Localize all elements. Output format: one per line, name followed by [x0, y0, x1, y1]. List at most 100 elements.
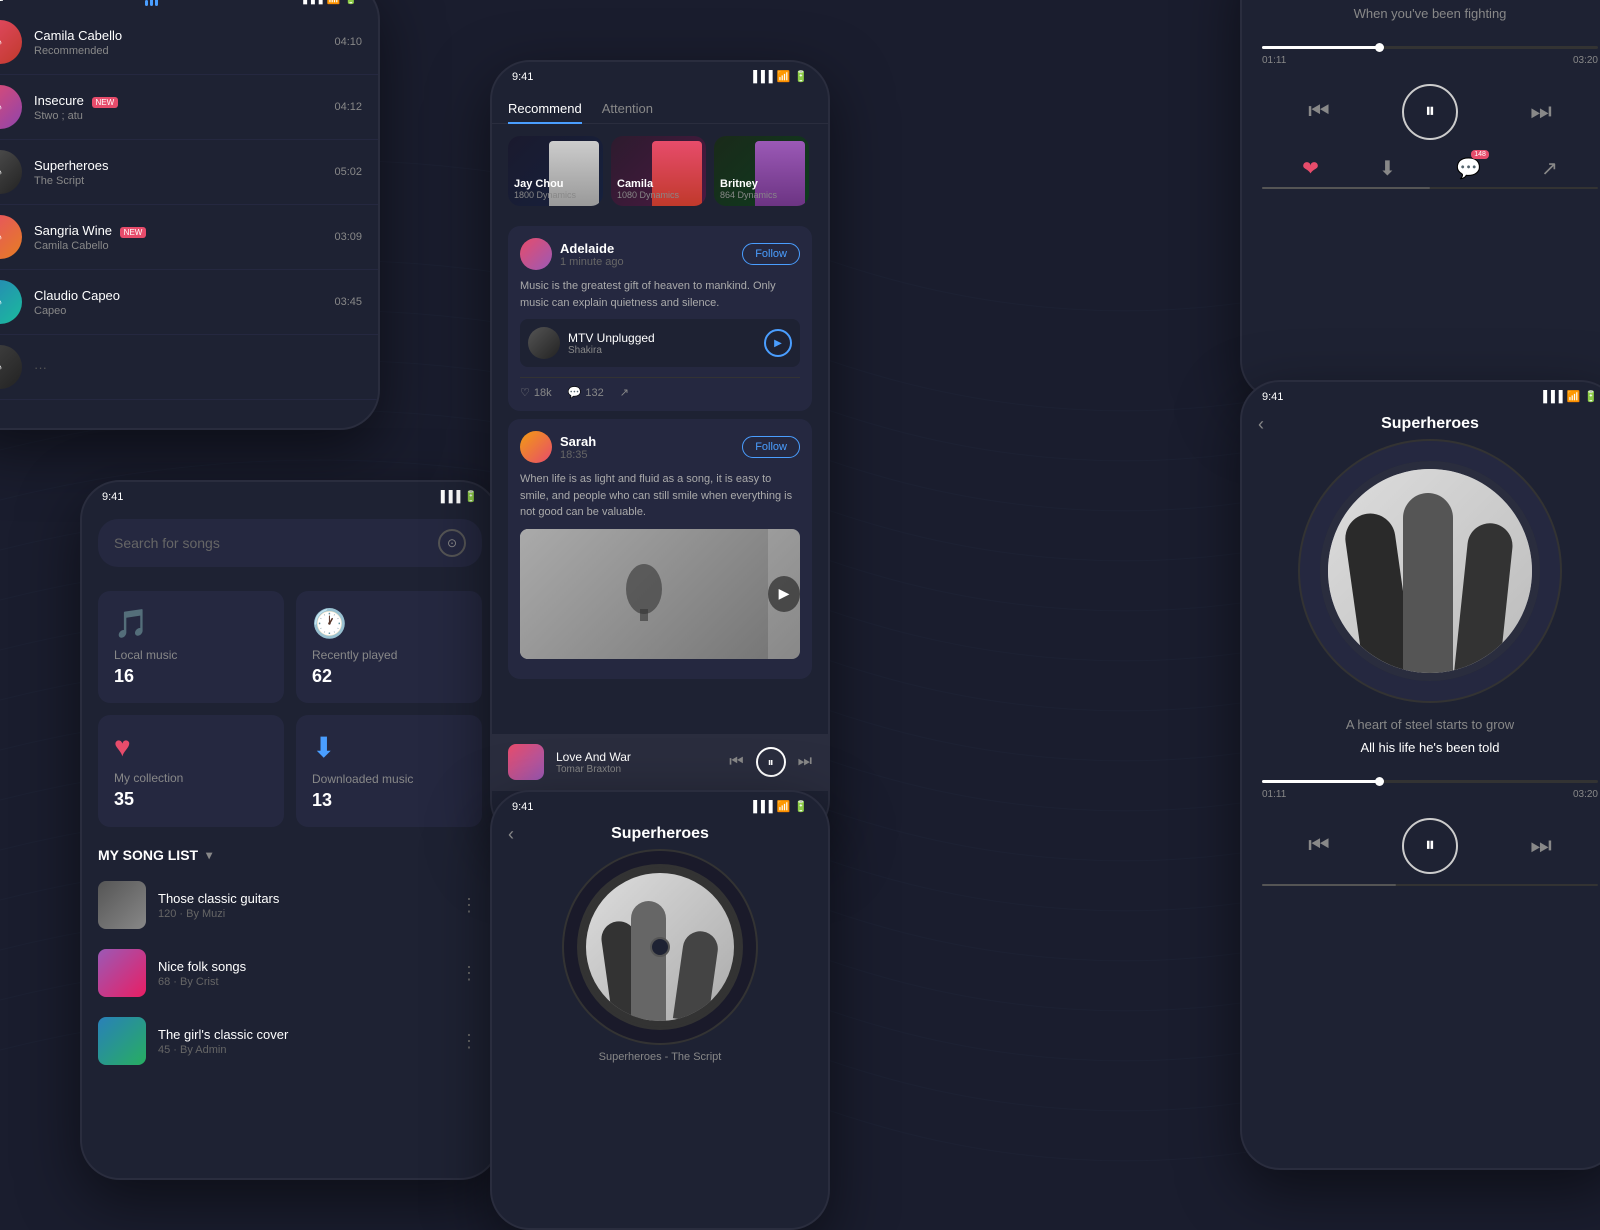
- playlist-name-1: Those classic guitars: [158, 891, 444, 906]
- prev-button-mini[interactable]: ⏮: [729, 753, 743, 771]
- post-image-sarah[interactable]: ▶: [520, 529, 800, 659]
- progress-bar-top[interactable]: [1262, 46, 1598, 49]
- tabs-row: Recommend Attention: [492, 87, 828, 124]
- my-collection-card[interactable]: ♥ My collection 35: [98, 715, 284, 827]
- back-button-right[interactable]: ‹: [1258, 414, 1264, 435]
- song-title-2: Insecure NEW: [34, 93, 322, 108]
- mini-player-artist: Tomar Braxton: [556, 764, 717, 775]
- vinyl-container-bottom: [492, 851, 828, 1043]
- new-badge-4: NEW: [120, 227, 147, 238]
- song-thumb-1: ♪: [0, 20, 22, 64]
- song-duration-1: 04:10: [334, 36, 362, 48]
- status-time-2: 9:41: [102, 491, 123, 503]
- song-item-6[interactable]: ♪ ···: [0, 335, 378, 400]
- dots-menu-3[interactable]: ⋮: [456, 1027, 482, 1056]
- progress-current-right: 01:11: [1262, 789, 1286, 800]
- dots-menu-1[interactable]: ⋮: [456, 891, 482, 920]
- recently-played-card[interactable]: 🕐 Recently played 62: [296, 591, 482, 703]
- album-art-right: [1320, 461, 1540, 681]
- recently-played-icon: 🕐: [312, 607, 466, 640]
- song-title-5: Claudio Capeo: [34, 288, 322, 303]
- song-item-3[interactable]: ♪ Superheroes The Script 05:02: [0, 140, 378, 205]
- playlist-item-3[interactable]: The girl's classic cover 45 · By Admin ⋮: [82, 1007, 498, 1075]
- song-duration-3: 05:02: [334, 166, 362, 178]
- downloaded-card[interactable]: ⬇ Downloaded music 13: [296, 715, 482, 827]
- share-1[interactable]: ↗: [620, 386, 629, 399]
- progress-right: 01:11 03:20: [1242, 772, 1600, 808]
- search-bar[interactable]: Search for songs ⊙: [98, 519, 482, 567]
- recently-played-count: 62: [312, 666, 466, 687]
- recently-played-label: Recently played: [312, 648, 466, 662]
- post-name-1: Adelaide: [560, 241, 624, 256]
- phone-status-2: 9:41 ▐▐▐ 🔋: [82, 482, 498, 507]
- song-item-2[interactable]: ♪ Insecure NEW Stwo ; atu 04:12: [0, 75, 378, 140]
- dots-menu-2[interactable]: ⋮: [456, 959, 482, 988]
- collection-icon: ♥: [114, 731, 268, 763]
- playlist-name-3: The girl's classic cover: [158, 1027, 444, 1042]
- song-artist-2: Stwo ; atu: [34, 110, 322, 122]
- rec-card-jay[interactable]: Jay Chou 1800 Dynamics: [508, 136, 603, 206]
- pause-button-top[interactable]: ⏸: [1402, 84, 1458, 140]
- chat-button-top[interactable]: 💬 148: [1456, 156, 1481, 181]
- song-duration-4: 03:09: [334, 231, 362, 243]
- search-icon[interactable]: ⊙: [438, 529, 466, 557]
- song-thumb-2: ♪: [0, 85, 22, 129]
- song-artist-1: Recommended: [34, 45, 322, 57]
- follow-button-1[interactable]: Follow: [742, 243, 800, 265]
- player-lyrics-right: A heart of steel starts to grow All his …: [1242, 701, 1600, 772]
- progress-fill-top: [1262, 46, 1380, 49]
- song-thumb-4: ♪: [0, 215, 22, 259]
- next-button-mini[interactable]: ⏭: [798, 753, 812, 771]
- song-list-header: MY SONG LIST ▾: [82, 839, 498, 871]
- song-title-1: Camila Cabello: [34, 28, 322, 43]
- song-artist-5: Capeo: [34, 305, 322, 317]
- rec-card-britney[interactable]: Britney 864 Dynamics: [714, 136, 809, 206]
- song-title-3: Superheroes: [34, 158, 322, 173]
- post-text-2: When life is as light and fluid as a son…: [520, 471, 800, 521]
- song-duration-2: 04:12: [334, 101, 362, 113]
- playlist-meta-3: 45 · By Admin: [158, 1044, 444, 1056]
- song-thumb-5: ♪: [0, 280, 22, 324]
- playlist-meta-1: 120 · By Muzi: [158, 908, 444, 920]
- chevron-down-icon[interactable]: ▾: [206, 848, 212, 862]
- song-item-1[interactable]: ♪ Camila Cabello Recommended 04:10: [0, 10, 378, 75]
- song-item-5[interactable]: ♪ Claudio Capeo Capeo 03:45: [0, 270, 378, 335]
- progress-bar-right[interactable]: [1262, 780, 1598, 783]
- likes-1[interactable]: ♡ 18k: [520, 386, 552, 399]
- playlist-item-2[interactable]: Nice folk songs 68 · By Crist ⋮: [82, 939, 498, 1007]
- mini-player-title: Love And War: [556, 750, 717, 764]
- pause-button-mini[interactable]: ⏸: [756, 747, 786, 777]
- next-button-top[interactable]: ⏭: [1530, 98, 1552, 126]
- post-song-1[interactable]: MTV Unplugged Shakira ▶: [520, 319, 800, 367]
- song-item-4[interactable]: ♪ Sangria Wine NEW Camila Cabello 03:09: [0, 205, 378, 270]
- download-button-top[interactable]: ⬇: [1379, 156, 1396, 181]
- mini-controls: ⏮ ⏸ ⏭: [729, 747, 812, 777]
- heart-icon: ♡: [520, 386, 530, 399]
- share-button-top[interactable]: ↗: [1541, 156, 1558, 181]
- pause-button-right[interactable]: ⏸: [1402, 818, 1458, 874]
- playlist-meta-2: 68 · By Crist: [158, 976, 444, 988]
- back-button-bottom[interactable]: ‹: [508, 824, 514, 845]
- phone-status-1: 9:41 ▐▐▐ 📶 🔋: [0, 0, 378, 10]
- phone-player-right: 9:41 ▐▐▐ 📶 🔋 ‹ Superheroes A heart of st…: [1240, 380, 1600, 1170]
- tab-attention[interactable]: Attention: [602, 95, 653, 124]
- play-button-image[interactable]: ▶: [768, 576, 800, 612]
- prev-button-top[interactable]: ⏮: [1308, 98, 1330, 126]
- song-thumb-3: ♪: [0, 150, 22, 194]
- tab-recommend[interactable]: Recommend: [508, 95, 582, 124]
- song-info-6: ···: [34, 360, 362, 375]
- heart-button-top[interactable]: ❤: [1302, 156, 1319, 181]
- mini-player-thumb: [508, 744, 544, 780]
- next-button-right[interactable]: ⏭: [1530, 832, 1552, 860]
- play-button-mtv[interactable]: ▶: [764, 329, 792, 357]
- prev-button-right[interactable]: ⏮: [1308, 832, 1330, 860]
- post-header-1: Adelaide 1 minute ago Follow: [520, 238, 800, 270]
- playlist-item-1[interactable]: Those classic guitars 120 · By Muzi ⋮: [82, 871, 498, 939]
- follow-button-2[interactable]: Follow: [742, 436, 800, 458]
- comments-1[interactable]: 💬 132: [568, 386, 604, 399]
- rec-card-camila[interactable]: Camila 1080 Dynamics: [611, 136, 706, 206]
- downloaded-label: Downloaded music: [312, 772, 466, 786]
- avatar-sarah: [520, 431, 552, 463]
- local-music-card[interactable]: 🎵 Local music 16: [98, 591, 284, 703]
- post-user-1: Adelaide 1 minute ago: [520, 238, 624, 270]
